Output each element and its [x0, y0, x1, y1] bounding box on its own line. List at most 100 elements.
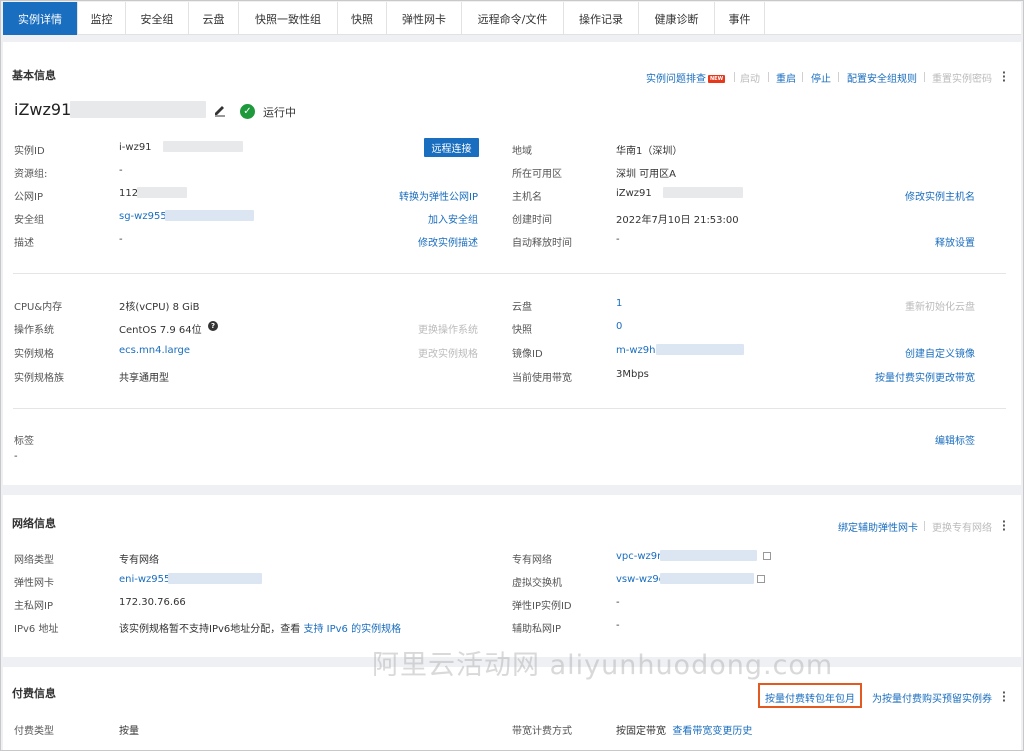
tab-instance-details[interactable]: 实例详情 — [3, 2, 78, 35]
value-vswitch[interactable]: vsw-wz9d — [616, 574, 665, 585]
value-bandwidth: 3Mbps — [616, 369, 649, 380]
tab-eni[interactable]: 弹性网卡 — [387, 2, 462, 35]
reset-password-button[interactable]: 重置实例密码 — [932, 70, 992, 85]
tab-snapshot[interactable]: 快照 — [338, 2, 387, 35]
value-instance-family: 共享通用型 — [119, 373, 169, 384]
value-instance-type[interactable]: ecs.mn4.large — [119, 345, 190, 356]
tab-operation-log[interactable]: 操作记录 — [564, 2, 639, 35]
restart-button[interactable]: 重启 — [776, 70, 796, 85]
masked-value — [168, 573, 262, 584]
edit-icon[interactable] — [213, 103, 227, 117]
tab-bar: 实例详情 监控 安全组 云盘 快照一致性组 快照 弹性网卡 远程命令/文件 操作… — [3, 2, 1021, 35]
value-created-time: 2022年7月10日 21:53:00 — [616, 215, 739, 226]
label-public-ip: 公网IP — [14, 192, 43, 203]
reinit-disk-button[interactable]: 重新初始化云盘 — [905, 298, 975, 313]
masked-value — [663, 187, 743, 198]
billing-info-title: 付费信息 — [12, 687, 56, 700]
label-instance-type: 实例规格 — [14, 349, 54, 360]
more-actions-icon[interactable]: · · · — [999, 687, 1009, 706]
section-divider — [13, 273, 1006, 274]
value-secondary-private-ip: - — [616, 620, 620, 631]
edit-tags-link[interactable]: 编辑标签 — [935, 432, 975, 447]
label-zone: 所在可用区 — [512, 169, 562, 180]
bind-secondary-eni-link[interactable]: 绑定辅助弹性网卡 — [838, 519, 918, 534]
divider — [924, 72, 925, 82]
change-os-button[interactable]: 更换操作系统 — [418, 321, 478, 336]
value-region: 华南1（深圳） — [616, 146, 683, 157]
label-eip-id: 弹性IP实例ID — [512, 601, 572, 612]
edit-hostname-link[interactable]: 修改实例主机名 — [905, 188, 975, 203]
help-icon[interactable]: ? — [208, 321, 218, 331]
label-bandwidth: 当前使用带宽 — [512, 373, 572, 384]
value-ipv6: 该实例规格暂不支持IPv6地址分配，查看 支持 IPv6 的实例规格 — [119, 624, 402, 635]
label-resource-group: 资源组: — [14, 169, 48, 180]
tab-cloud-disk[interactable]: 云盘 — [189, 2, 239, 35]
release-settings-link[interactable]: 释放设置 — [935, 234, 975, 249]
value-eni[interactable]: eni-wz955 — [119, 574, 170, 585]
external-link-icon[interactable] — [763, 552, 771, 560]
label-billing-type: 付费类型 — [14, 726, 54, 737]
masked-value — [137, 187, 187, 198]
label-instance-id: 实例ID — [14, 146, 45, 157]
edit-description-link[interactable]: 修改实例描述 — [418, 234, 478, 249]
tab-events[interactable]: 事件 — [715, 2, 765, 35]
highlight-box — [758, 683, 862, 708]
masked-value — [660, 550, 757, 561]
value-bandwidth-billing: 按固定带宽 查看带宽变更历史 — [616, 726, 753, 737]
label-security-group: 安全组 — [14, 215, 44, 226]
masked-value — [70, 101, 206, 118]
change-instance-type-button[interactable]: 更改实例规格 — [418, 345, 478, 360]
start-button[interactable]: 启动 — [740, 70, 760, 85]
label-secondary-private-ip: 辅助私网IP — [512, 624, 561, 635]
divider — [924, 521, 925, 531]
change-vpc-button[interactable]: 更换专有网络 — [932, 519, 992, 534]
label-cpu-memory: CPU&内存 — [14, 302, 63, 313]
label-vpc: 专有网络 — [512, 555, 552, 566]
tab-remote-command[interactable]: 远程命令/文件 — [462, 2, 564, 35]
bandwidth-history-link[interactable]: 查看带宽变更历史 — [672, 726, 752, 737]
external-link-icon[interactable] — [757, 575, 765, 583]
value-cloud-disk[interactable]: 1 — [616, 298, 622, 309]
join-security-group-link[interactable]: 加入安全组 — [428, 211, 478, 226]
create-custom-image-link[interactable]: 创建自定义镜像 — [905, 345, 975, 360]
value-security-group[interactable]: sg-wz955 — [119, 211, 167, 222]
value-zone: 深圳 可用区A — [616, 169, 677, 180]
ipv6-supported-types-link[interactable]: 支持 IPv6 的实例规格 — [303, 624, 401, 635]
tab-security-group[interactable]: 安全组 — [126, 2, 189, 35]
more-actions-icon[interactable]: · · · — [999, 516, 1009, 535]
buy-reserved-instance-link[interactable]: 为按量付费购买预留实例券 — [872, 690, 992, 705]
label-ipv6: IPv6 地址 — [14, 624, 59, 635]
label-vswitch: 虚拟交换机 — [512, 578, 562, 589]
divider — [802, 72, 803, 82]
value-auto-release: - — [616, 234, 620, 245]
running-status-icon: ✓ — [240, 104, 255, 119]
value-hostname: iZwz91 — [616, 188, 652, 199]
masked-value — [656, 344, 744, 355]
tab-health-diagnosis[interactable]: 健康诊断 — [639, 2, 715, 35]
value-snapshot[interactable]: 0 — [616, 321, 622, 332]
value-vpc[interactable]: vpc-wz9r — [616, 551, 661, 562]
label-cloud-disk: 云盘 — [512, 302, 532, 313]
divider — [838, 72, 839, 82]
config-security-group-rules-link[interactable]: 配置安全组规则 — [847, 70, 917, 85]
change-bandwidth-link[interactable]: 按量付费实例更改带宽 — [875, 369, 975, 384]
tab-monitoring[interactable]: 监控 — [78, 2, 126, 35]
value-tags: - — [14, 451, 18, 462]
label-eni: 弹性网卡 — [14, 578, 54, 589]
convert-eip-link[interactable]: 转换为弹性公网IP — [399, 188, 478, 203]
value-os: CentOS 7.9 64位 — [119, 325, 202, 336]
value-image-id[interactable]: m-wz9h — [616, 345, 655, 356]
remote-connect-button[interactable]: 远程连接 — [424, 138, 479, 157]
label-region: 地域 — [512, 146, 532, 157]
tab-snapshot-consistency-group[interactable]: 快照一致性组 — [239, 2, 338, 35]
more-actions-icon[interactable]: · · · — [999, 67, 1009, 86]
label-private-ip: 主私网IP — [14, 601, 53, 612]
masked-value — [163, 141, 243, 152]
network-info-title: 网络信息 — [12, 517, 56, 530]
value-public-ip: 112 — [119, 188, 139, 199]
value-resource-group: - — [119, 165, 123, 176]
masked-value — [660, 573, 754, 584]
troubleshoot-link[interactable]: 实例问题排查 NEW — [646, 70, 726, 85]
label-hostname: 主机名 — [512, 192, 542, 203]
stop-button[interactable]: 停止 — [811, 70, 831, 85]
